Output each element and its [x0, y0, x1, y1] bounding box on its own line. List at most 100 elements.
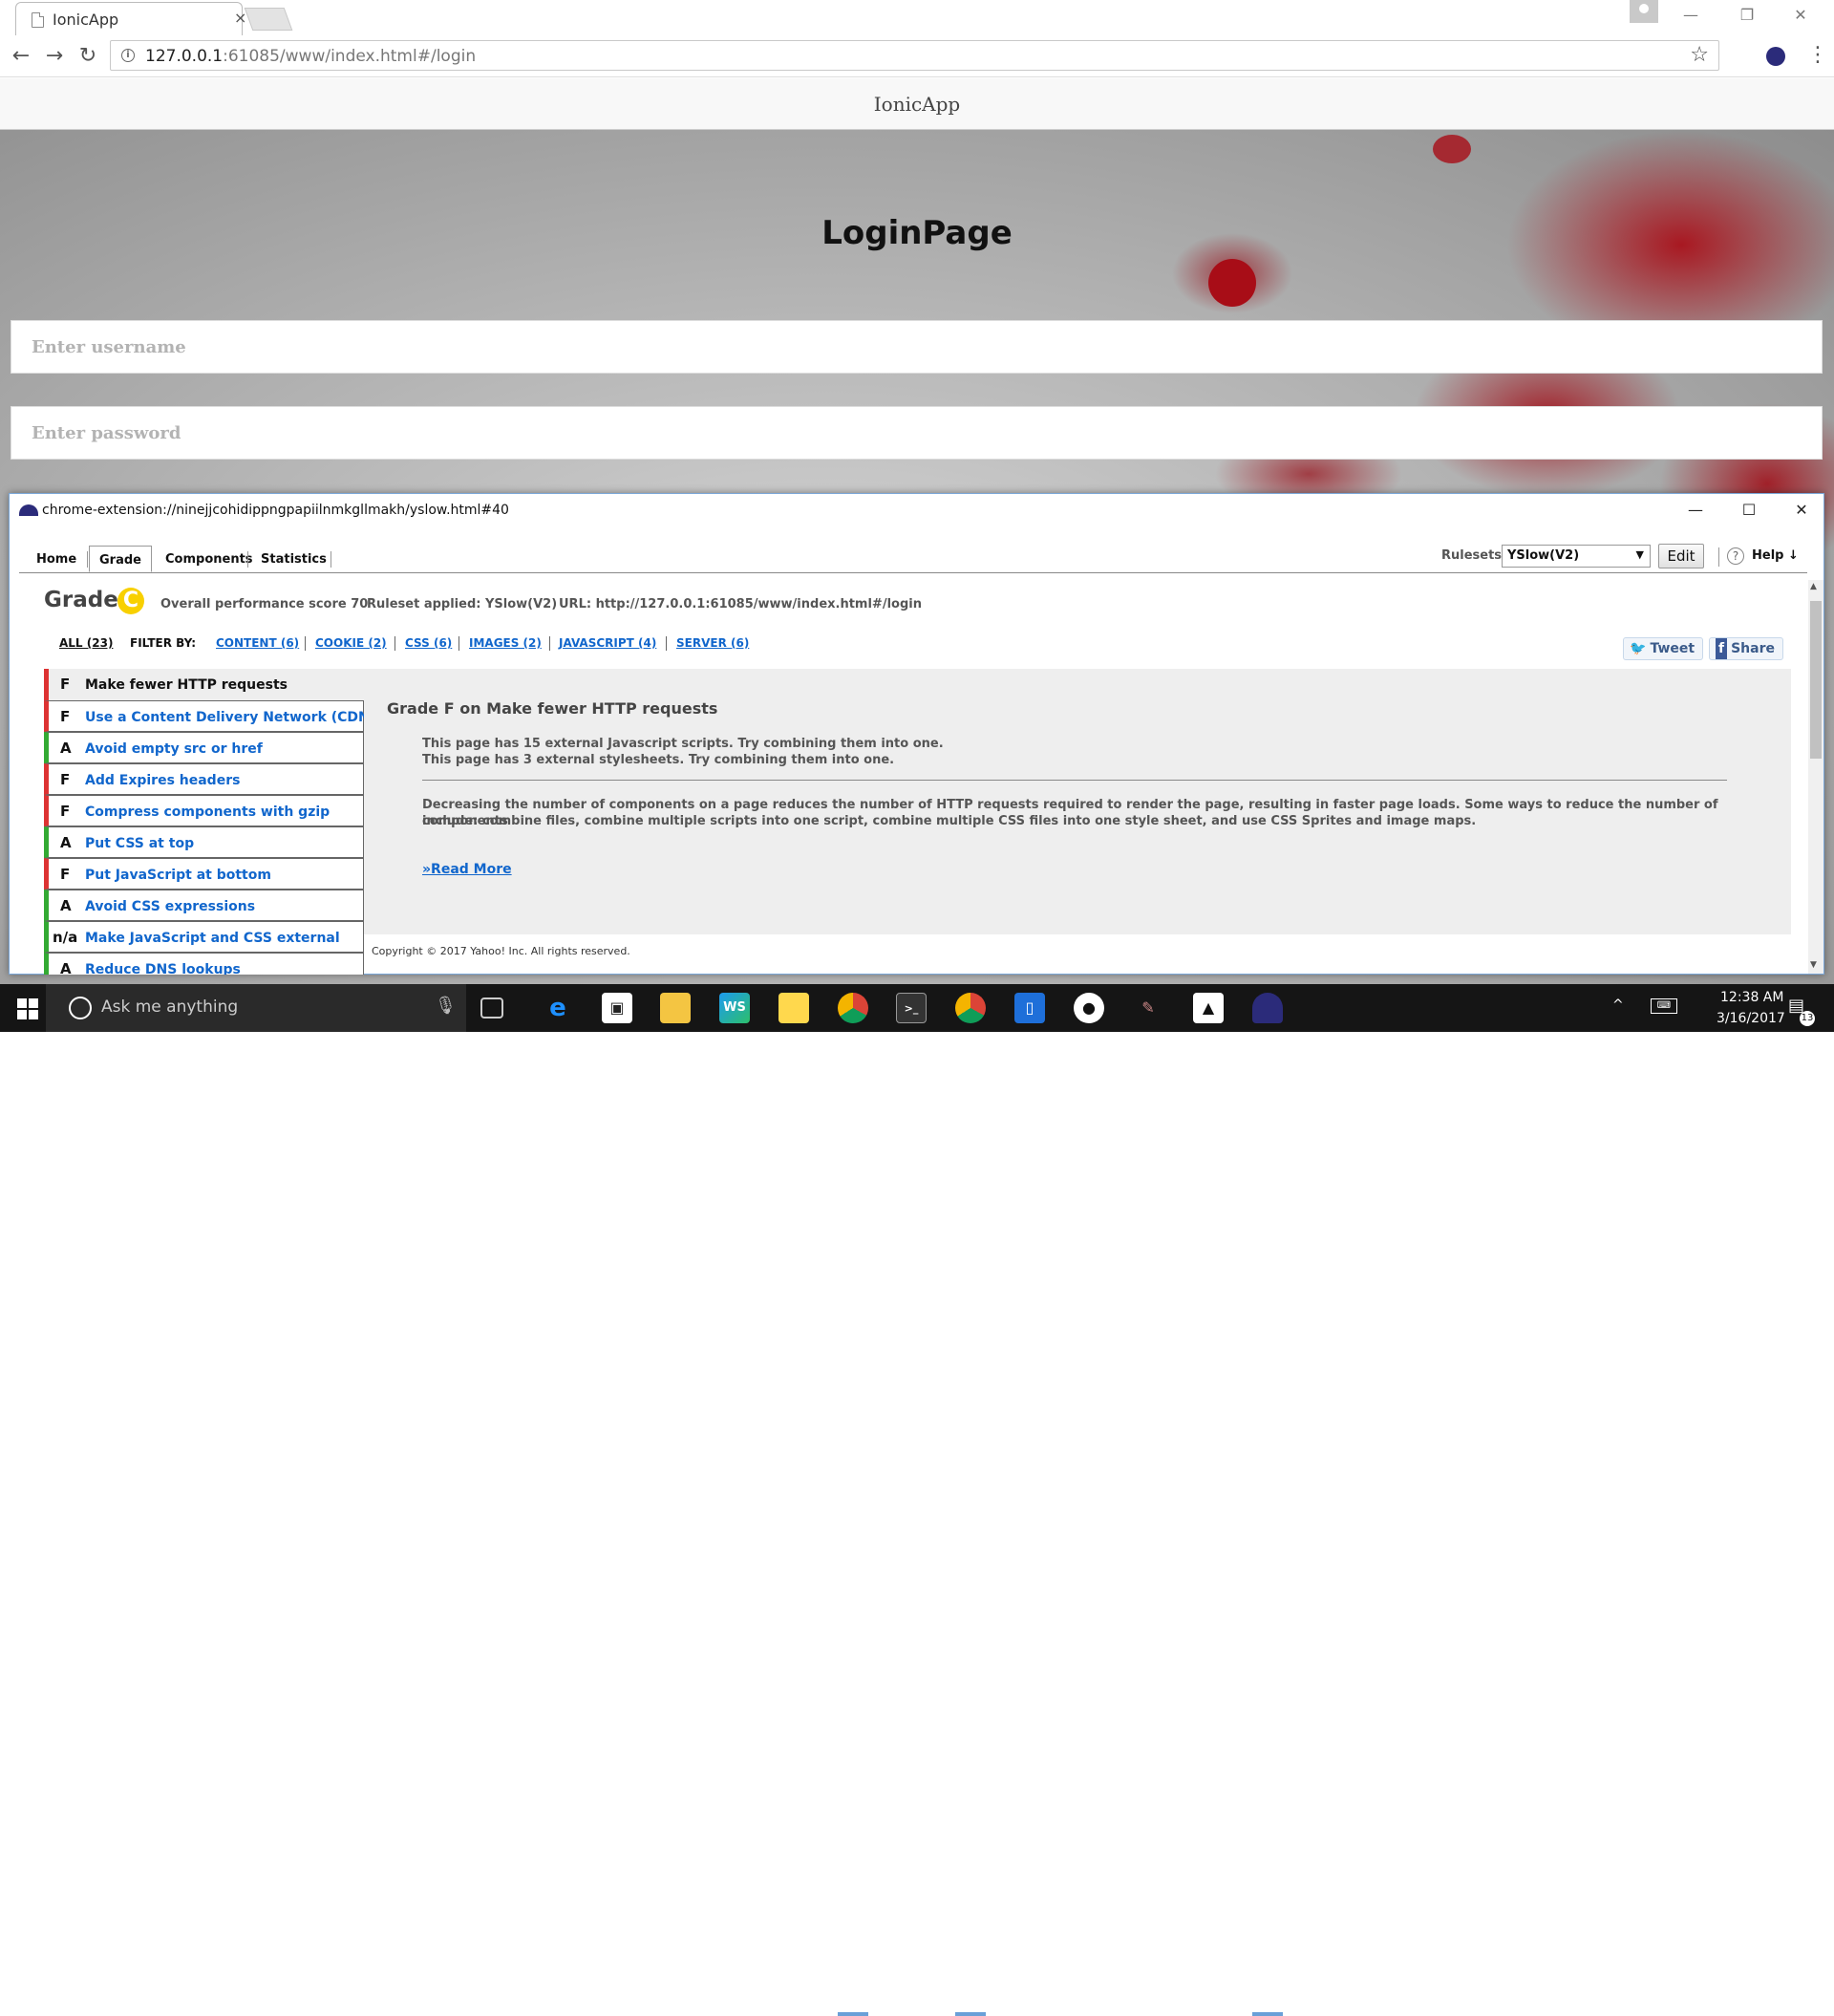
forward-icon[interactable]: →: [41, 43, 68, 70]
url-text: 127.0.0.1:61085/www/index.html#/login: [145, 47, 476, 66]
close-icon[interactable]: ✕: [1777, 0, 1824, 32]
yslow-minimize-icon[interactable]: —: [1672, 496, 1719, 525]
tabs-divider: [19, 572, 1807, 573]
rule-label: Put CSS at top: [85, 836, 195, 851]
read-more-link[interactable]: »Read More: [422, 862, 512, 877]
password-placeholder: Enter password: [32, 423, 181, 443]
microphone-icon[interactable]: 🎙: [435, 996, 457, 1016]
terminal-icon[interactable]: >_: [896, 993, 927, 1023]
rule-item-empty-src[interactable]: A Avoid empty src or href: [44, 732, 364, 763]
scrollbar-thumb[interactable]: [1810, 601, 1822, 759]
keyboard-icon[interactable]: ⌨: [1651, 998, 1677, 1014]
scroll-up-icon[interactable]: ▲: [1810, 582, 1817, 591]
rule-item-gzip[interactable]: F Compress components with gzip: [44, 795, 364, 826]
browser-tab[interactable]: IonicApp ×: [15, 2, 246, 35]
menu-icon[interactable]: ⋮: [1807, 43, 1828, 67]
rule-item-expires-headers[interactable]: F Add Expires headers: [44, 763, 364, 795]
rule-detail-panel: Grade F on Make fewer HTTP requests This…: [364, 669, 1791, 934]
rule-grade: A: [60, 960, 72, 975]
rule-detail-title: Grade F on Make fewer HTTP requests: [387, 699, 718, 718]
rule-item-fewer-http-requests[interactable]: F Make fewer HTTP requests: [44, 669, 364, 700]
rule-label: Add Expires headers: [85, 773, 241, 788]
filter-javascript[interactable]: JAVASCRIPT (4): [559, 636, 656, 650]
edge-icon[interactable]: e: [543, 993, 573, 1023]
tweet-button[interactable]: 🐦 Tweet: [1623, 637, 1704, 660]
paint-icon[interactable]: ✎: [1133, 993, 1163, 1023]
detail-divider: [422, 780, 1727, 781]
page-title: LoginPage: [821, 214, 1013, 252]
rule-item-cdn[interactable]: F Use a Content Delivery Network (CDN): [44, 700, 364, 732]
filter-content[interactable]: CONTENT (6): [216, 636, 299, 650]
file-explorer-icon[interactable]: [660, 993, 691, 1023]
chevron-up-icon[interactable]: ^: [1612, 997, 1624, 1013]
rule-grade: A: [60, 834, 72, 851]
url-host: 127.0.0.1: [145, 47, 224, 66]
page-url: URL: http://127.0.0.1:61085/www/index.ht…: [559, 597, 922, 611]
yslow-scrollbar[interactable]: ▲ ▼: [1808, 580, 1823, 974]
page-icon: [32, 12, 44, 28]
github-icon[interactable]: ●: [1074, 993, 1104, 1023]
share-button[interactable]: f Share: [1709, 637, 1783, 660]
task-view-icon[interactable]: [480, 997, 503, 1019]
clock-date[interactable]: 3/16/2017: [1717, 1011, 1785, 1026]
rule-item-external-js-css[interactable]: n/a Make JavaScript and CSS external: [44, 921, 364, 953]
cortana-search-box[interactable]: Ask me anything 🎙: [46, 984, 466, 1032]
filter-separator: [666, 636, 667, 651]
filter-separator: [458, 636, 459, 651]
ruleset-applied: Ruleset applied: YSlow(V2): [367, 597, 558, 611]
ruleset-select[interactable]: YSlow(V2) ▼: [1502, 545, 1651, 568]
rule-item-css-expressions[interactable]: A Avoid CSS expressions: [44, 890, 364, 921]
help-icon[interactable]: ?: [1727, 547, 1744, 565]
share-label: Share: [1731, 641, 1775, 656]
tab-home[interactable]: Home: [27, 546, 86, 572]
windows-start-icon[interactable]: [17, 998, 38, 1019]
user-profile-icon[interactable]: [1630, 0, 1658, 23]
help-menu[interactable]: Help ↓: [1752, 548, 1799, 563]
decorative-flower: [1208, 259, 1256, 307]
yslow-maximize-icon[interactable]: ☐: [1725, 496, 1773, 525]
chrome-icon[interactable]: [955, 993, 986, 1023]
reload-icon[interactable]: ↻: [75, 43, 101, 70]
filter-images[interactable]: IMAGES (2): [469, 636, 542, 650]
filter-server[interactable]: SERVER (6): [676, 636, 749, 650]
app-icon[interactable]: ▯: [1014, 993, 1045, 1023]
new-tab-button[interactable]: [244, 8, 293, 31]
filter-all[interactable]: ALL (23): [59, 636, 113, 650]
yslow-taskbar-icon[interactable]: [1252, 993, 1283, 1023]
yslow-titlebar: chrome-extension://ninejjcohidippngpapii…: [10, 494, 1823, 528]
edit-ruleset-button[interactable]: Edit: [1658, 544, 1704, 568]
rule-item-dns-lookups[interactable]: A Reduce DNS lookups: [44, 953, 364, 975]
bookmark-star-icon[interactable]: ☆: [1690, 43, 1709, 67]
rule-grade: A: [60, 897, 72, 914]
webstorm-icon[interactable]: WS: [719, 993, 750, 1023]
password-input[interactable]: Enter password: [11, 406, 1823, 460]
username-input[interactable]: Enter username: [11, 320, 1823, 374]
clock-time[interactable]: 12:38 AM: [1720, 990, 1783, 1005]
rule-item-css-top[interactable]: A Put CSS at top: [44, 826, 364, 858]
twitter-icon: 🐦: [1630, 641, 1647, 656]
rule-grade: F: [60, 708, 71, 725]
minimize-icon[interactable]: —: [1667, 0, 1715, 32]
tab-grade[interactable]: Grade: [89, 546, 152, 572]
grade-heading: Grade: [44, 588, 118, 612]
filter-css[interactable]: CSS (6): [405, 636, 452, 650]
overall-score: Overall performance score 70: [160, 597, 369, 611]
rule-grade: F: [60, 866, 71, 883]
rule-item-js-bottom[interactable]: F Put JavaScript at bottom: [44, 858, 364, 890]
info-icon[interactable]: i: [121, 49, 135, 62]
back-icon[interactable]: ←: [8, 43, 34, 70]
tab-statistics[interactable]: Statistics: [251, 546, 336, 572]
restore-icon[interactable]: ❐: [1723, 0, 1771, 32]
chrome-icon[interactable]: [838, 993, 868, 1023]
photos-icon[interactable]: ▲: [1193, 993, 1224, 1023]
scroll-down-icon[interactable]: ▼: [1810, 960, 1817, 970]
filter-by-label: FILTER BY:: [130, 636, 197, 650]
tab-components[interactable]: Components: [156, 546, 263, 572]
yslow-extension-icon[interactable]: [1766, 47, 1785, 66]
store-icon[interactable]: ▣: [602, 993, 632, 1023]
yslow-close-icon[interactable]: ✕: [1778, 496, 1825, 525]
browser-tab-strip: IonicApp × — ❐ ✕: [0, 0, 1834, 35]
address-bar[interactable]: i 127.0.0.1:61085/www/index.html#/login …: [110, 40, 1719, 71]
filter-cookie[interactable]: COOKIE (2): [315, 636, 387, 650]
sticky-notes-icon[interactable]: [778, 993, 809, 1023]
